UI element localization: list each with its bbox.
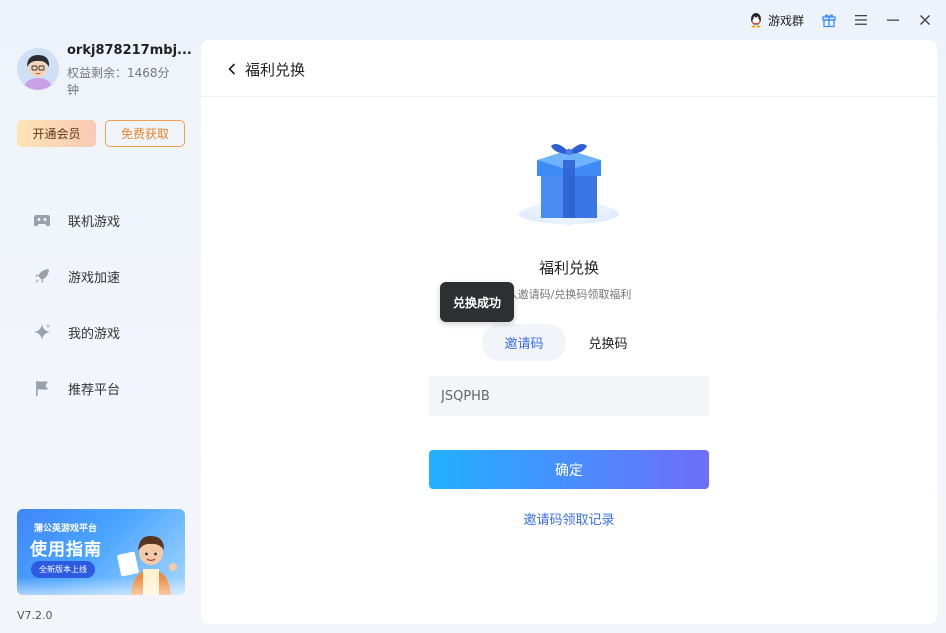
menu-button[interactable] [851,10,871,30]
username: orkj878217mbj... [67,43,192,58]
sidebar: orkj878217mbj... 权益剩余：1468分钟 开通会员 免费获取 联… [0,0,200,633]
sidebar-item-game-boost[interactable]: 游戏加速 [30,262,120,290]
sidebar-item-my-games[interactable]: 我的游戏 [30,318,120,346]
user-guide-banner[interactable]: 蒲公英游戏平台 使用指南 全新版本上线 [17,509,185,595]
banner-cloud-decoration [17,577,185,595]
sparkle-icon [30,320,54,344]
banner-title: 使用指南 [30,540,102,560]
game-group-label: 游戏群 [768,13,805,28]
rocket-icon [30,264,54,288]
open-vip-button[interactable]: 开通会员 [17,120,96,147]
tab-invite-code[interactable]: 邀请码 [482,324,566,361]
free-get-button[interactable]: 免费获取 [105,120,185,147]
confirm-button[interactable]: 确定 [429,450,709,489]
close-icon [920,15,930,25]
sidebar-item-recommended[interactable]: 推荐平台 [30,374,120,402]
invite-record-link[interactable]: 邀请码领取记录 [201,509,937,528]
chevron-left-icon [228,63,236,75]
success-toast: 兑换成功 [440,282,514,322]
flag-icon [30,376,54,400]
sidebar-item-label: 推荐平台 [68,382,121,398]
sidebar-item-online-games[interactable]: 联机游戏 [30,206,120,234]
quota-remaining: 权益剩余：1468分钟 [67,66,170,97]
sidebar-item-label: 联机游戏 [68,214,121,230]
sidebar-item-label: 游戏加速 [68,270,121,286]
gift-button[interactable] [819,10,839,30]
sidebar-item-label: 我的游戏 [68,326,121,342]
minimize-button[interactable] [883,10,903,30]
panel-header: 福利兑换 [201,40,937,97]
redeem-panel: 福利兑换 福利兑换 入邀请码/兑换码领取福利 邀请码 兑换码 确定 邀请码领取记… [201,40,937,624]
card-subtitle: 入邀请码/兑换码领取福利 [506,288,632,301]
code-input[interactable] [429,376,709,416]
banner-platform-text: 蒲公英游戏平台 [34,524,98,534]
gift-icon [822,14,836,28]
gift-box-icon [519,144,619,226]
avatar[interactable] [17,48,59,90]
game-group-button[interactable]: 游戏群 [748,10,804,30]
tab-redeem-code[interactable]: 兑换码 [566,324,650,361]
back-button[interactable]: 福利兑换 [227,58,305,80]
user-avatar-icon [17,48,59,90]
code-type-tabs: 邀请码 兑换码 [482,324,650,361]
qq-icon [751,13,761,28]
menu-icon [855,15,867,25]
page-title: 福利兑换 [245,60,306,79]
card-title: 福利兑换 [538,259,599,277]
gamepad-icon [30,208,54,232]
close-button[interactable] [915,10,935,30]
banner-badge: 全新版本上线 [31,561,95,578]
app-version: V7.2.0 [17,609,53,622]
minimize-icon [887,19,899,21]
